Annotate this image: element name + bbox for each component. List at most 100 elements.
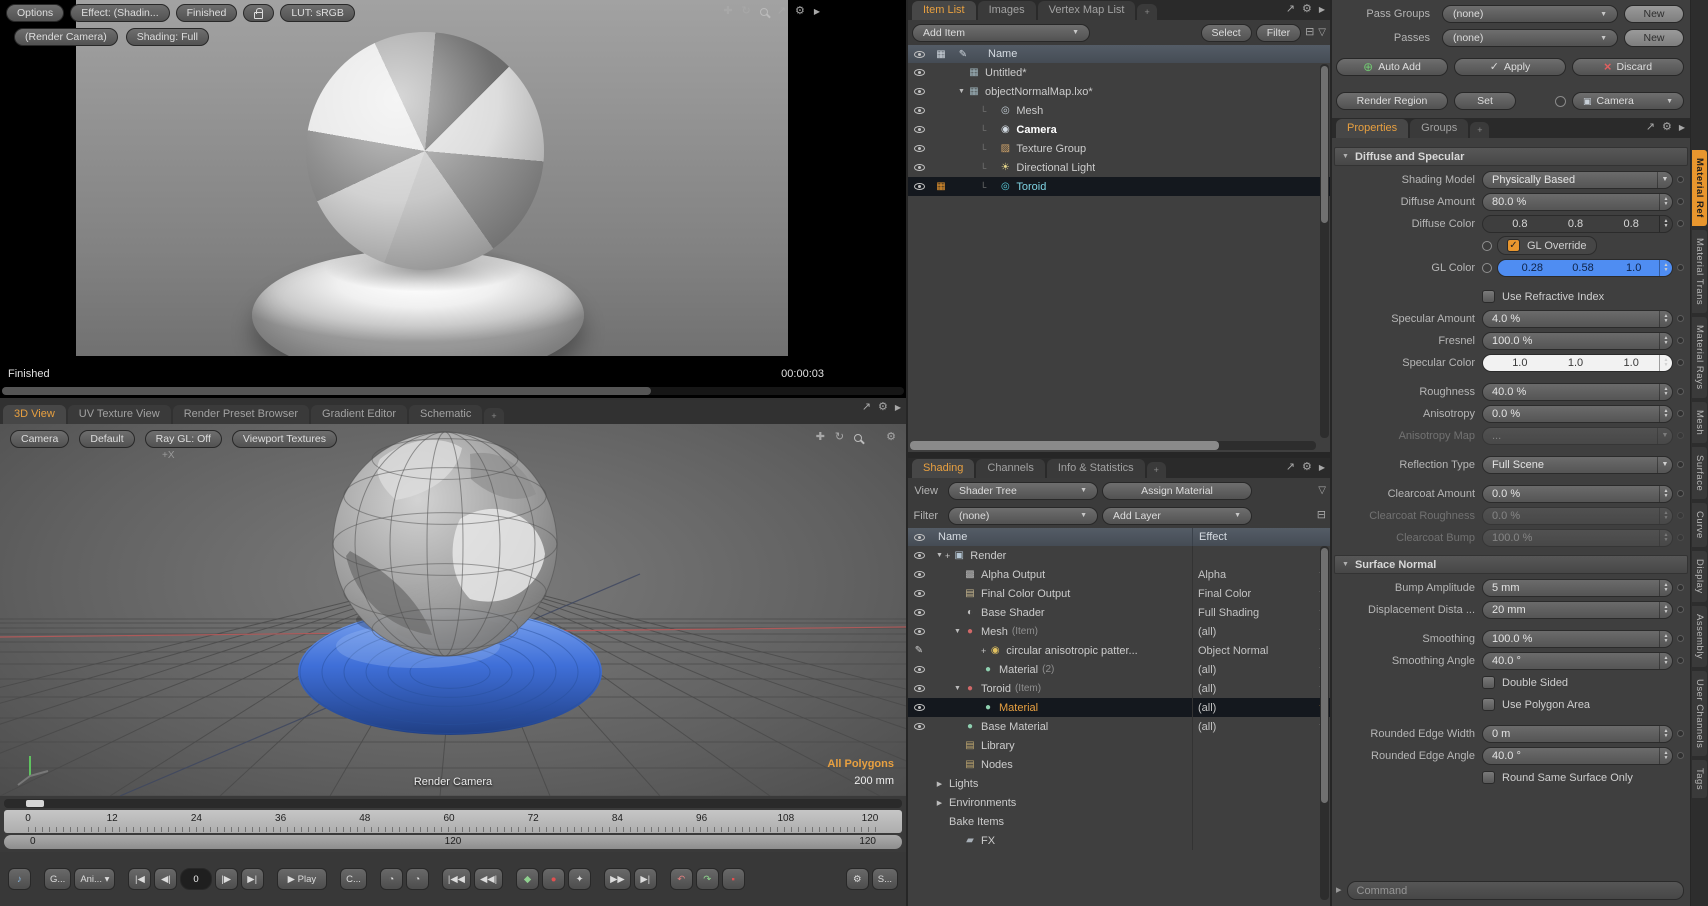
- render-scrollbar[interactable]: [2, 387, 904, 395]
- item-row-texture-group[interactable]: └▨Texture Group: [908, 139, 1330, 158]
- mini-slider-icon[interactable]: [1659, 260, 1672, 276]
- chevron-down-icon[interactable]: [1657, 428, 1672, 444]
- tab-channels[interactable]: Channels: [976, 459, 1044, 478]
- shader-filter-dropdown[interactable]: (none) ▼: [948, 507, 1098, 525]
- raygl-button[interactable]: Ray GL: Off: [145, 430, 222, 448]
- next-key-button[interactable]: ◀◀|: [474, 868, 503, 890]
- effect-cell[interactable]: Object Normal▼: [1192, 641, 1330, 660]
- envelope-dot[interactable]: [1677, 432, 1684, 439]
- 3d-viewport[interactable]: CameraDefaultRay GL: OffViewport Texture…: [0, 424, 906, 796]
- item-row-mesh[interactable]: └◎Mesh: [908, 101, 1330, 120]
- undo-key-button[interactable]: ↶: [670, 868, 693, 890]
- envelope-toggle[interactable]: [1555, 96, 1566, 107]
- tab-tab[interactable]: +: [484, 408, 503, 424]
- envelope-dot[interactable]: [1677, 534, 1684, 541]
- record-button[interactable]: ●: [542, 868, 565, 890]
- add-layer-dropdown[interactable]: Add Layer ▼: [1102, 507, 1252, 525]
- goto-end-button[interactable]: ▶|: [241, 868, 264, 890]
- step-forward-button[interactable]: ▶▶: [604, 868, 631, 890]
- envelope-dot[interactable]: [1677, 359, 1684, 366]
- mini-slider-icon[interactable]: [1659, 384, 1672, 400]
- orbit-icon[interactable]: [742, 6, 751, 17]
- lock-button[interactable]: [243, 4, 274, 22]
- envelope-dot[interactable]: [1677, 512, 1684, 519]
- mini-slider-icon[interactable]: [1659, 748, 1672, 764]
- reflection-type-dropdown[interactable]: Full Scene: [1482, 456, 1673, 474]
- visibility-eye-icon[interactable]: [908, 164, 930, 171]
- tab-tab[interactable]: +: [1147, 462, 1166, 478]
- effect-cell[interactable]: Final Color▼: [1192, 584, 1330, 603]
- list-mode-icon[interactable]: [1317, 510, 1326, 521]
- add-layer-plus-icon[interactable]: +: [945, 551, 950, 561]
- zoom-icon[interactable]: [854, 434, 862, 442]
- side-tab-material-trans[interactable]: Material Trans: [1692, 230, 1707, 313]
- tab-schematic[interactable]: Schematic: [409, 405, 482, 424]
- envelope-dot[interactable]: [1677, 410, 1684, 417]
- shader-view-dropdown[interactable]: Shader Tree ▼: [948, 482, 1098, 500]
- expand-panel-icon[interactable]: [1646, 122, 1655, 133]
- filter-button[interactable]: Filter: [1256, 24, 1301, 42]
- shader-row-render[interactable]: ▼+▣Render: [908, 546, 1330, 565]
- mini-slider-icon[interactable]: [1659, 530, 1672, 546]
- scrollbar-handle[interactable]: [1321, 66, 1328, 223]
- diffuse-color-swatch[interactable]: 0.80.80.8: [1482, 215, 1673, 233]
- eye-column-icon[interactable]: [914, 51, 925, 58]
- anisotropy-field[interactable]: 0.0 %: [1482, 405, 1673, 423]
- effect-cell[interactable]: (all)▼: [1192, 717, 1330, 736]
- bump-amplitude-field[interactable]: 5 mm: [1482, 579, 1673, 597]
- use-refractive-index-checkbox[interactable]: [1482, 290, 1495, 303]
- render-camera-button[interactable]: (Render Camera): [14, 28, 118, 46]
- shader-row-material[interactable]: ●Material(all)▼: [908, 698, 1330, 717]
- stop-button[interactable]: ▪: [722, 868, 745, 890]
- default-shading-button[interactable]: Default: [79, 430, 134, 448]
- shader-row-material[interactable]: ●Material(2)(all)▼: [908, 660, 1330, 679]
- edit-column-icon[interactable]: ✎: [952, 49, 974, 60]
- side-tab-user-channels[interactable]: User Channels: [1692, 671, 1707, 756]
- gear-icon[interactable]: [1662, 122, 1672, 133]
- expand-panel-icon[interactable]: [1286, 462, 1295, 473]
- scrollbar-handle[interactable]: [1321, 548, 1328, 803]
- item-row-camera[interactable]: └◉Camera: [908, 120, 1330, 139]
- shader-row-toroid[interactable]: ▼●Toroid(Item)(all)▼: [908, 679, 1330, 698]
- visibility-eye-icon[interactable]: [908, 69, 930, 76]
- shader-row-bake-items[interactable]: Bake Items: [908, 812, 1330, 831]
- expander-icon[interactable]: ▶: [934, 799, 945, 807]
- side-tab-material-ref[interactable]: Material Ref: [1692, 150, 1707, 226]
- shader-row-environments[interactable]: ▶Environments: [908, 793, 1330, 812]
- shader-row-final-color-output[interactable]: ▤Final Color OutputFinal Color▼: [908, 584, 1330, 603]
- side-tab-mesh[interactable]: Mesh: [1692, 402, 1707, 443]
- envelope-dot[interactable]: [1677, 461, 1684, 468]
- chevron-down-icon[interactable]: [1657, 457, 1672, 473]
- item-horizontal-scrollbar[interactable]: [910, 441, 1316, 450]
- auto-add-button[interactable]: Auto Add: [1336, 58, 1448, 76]
- effect-cell[interactable]: (all)▼: [1192, 679, 1330, 698]
- preview-button[interactable]: C...: [340, 868, 367, 890]
- smoothing-field[interactable]: 100.0 %: [1482, 630, 1673, 648]
- apply-button[interactable]: Apply: [1454, 58, 1566, 76]
- next-frame-button[interactable]: |▶: [215, 868, 238, 890]
- item-vertical-scrollbar[interactable]: [1320, 64, 1329, 438]
- tab-info-statistics[interactable]: Info & Statistics: [1047, 459, 1145, 478]
- clearcoat-amount-field[interactable]: 0.0 %: [1482, 485, 1673, 503]
- shader-row-lights[interactable]: ▶Lights: [908, 774, 1330, 793]
- tab-3d-view[interactable]: 3D View: [3, 405, 66, 424]
- envelope-dot[interactable]: [1677, 490, 1684, 497]
- mini-slider-icon[interactable]: [1659, 508, 1672, 524]
- fresnel-field[interactable]: 100.0 %: [1482, 332, 1673, 350]
- slideshow-button[interactable]: S...: [872, 868, 898, 890]
- envelope-dot[interactable]: [1677, 657, 1684, 664]
- graph-editor-button[interactable]: G...: [44, 868, 71, 890]
- gl-override-checkbox[interactable]: ✓: [1507, 239, 1520, 252]
- scrollbar-handle[interactable]: [910, 441, 1219, 450]
- panel-arrow-icon[interactable]: [895, 402, 901, 413]
- tab-images[interactable]: Images: [978, 1, 1036, 20]
- side-tab-material-rays[interactable]: Material Rays: [1692, 317, 1707, 398]
- pass-groups-dropdown[interactable]: (none) ▼: [1442, 5, 1618, 23]
- shader-row-mesh[interactable]: ▼●Mesh(Item)(all)▼: [908, 622, 1330, 641]
- expander-icon[interactable]: ▼: [934, 552, 945, 559]
- discard-button[interactable]: Discard: [1572, 58, 1684, 76]
- shader-row-nodes[interactable]: ▤Nodes: [908, 755, 1330, 774]
- visibility-eye-icon[interactable]: [908, 552, 930, 559]
- mini-slider-icon[interactable]: [1659, 631, 1672, 647]
- orbit-icon[interactable]: [835, 432, 844, 443]
